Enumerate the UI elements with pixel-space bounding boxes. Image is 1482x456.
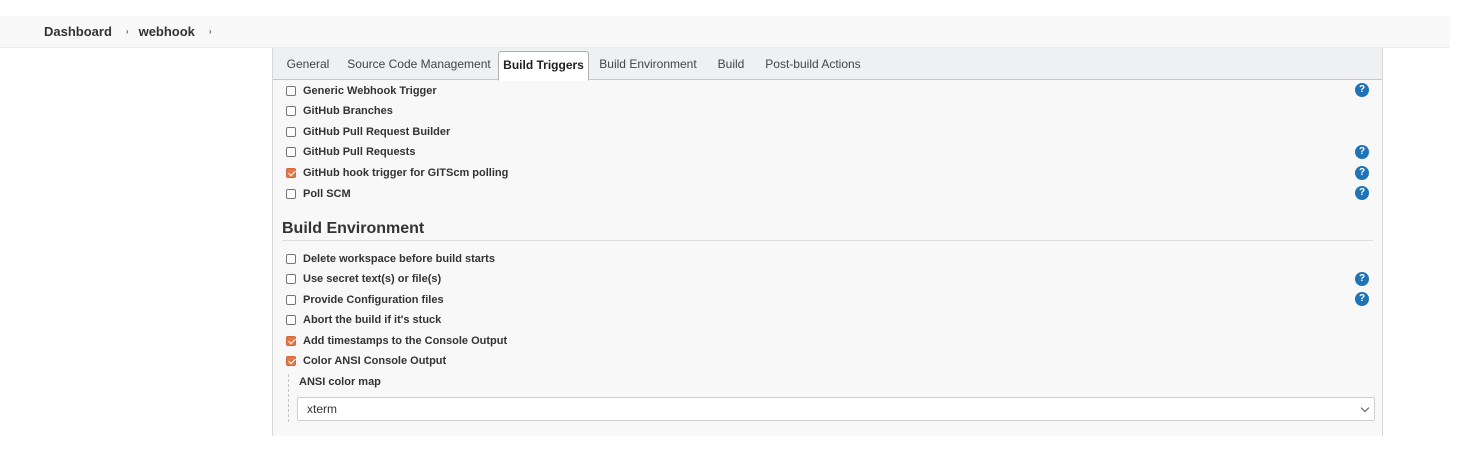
trigger-poll-scm[interactable]: Poll SCM [286, 185, 351, 203]
nested-options-guide [288, 374, 289, 422]
checkbox[interactable] [286, 295, 296, 305]
ansi-color-map-select[interactable]: xterm [297, 397, 1375, 421]
help-icon[interactable]: ? [1355, 166, 1369, 180]
checkbox[interactable] [286, 189, 296, 199]
tab-post-build-actions[interactable]: Post-build Actions [763, 51, 863, 80]
trigger-github-pull-requests[interactable]: GitHub Pull Requests [286, 143, 415, 161]
ansi-color-map-label: ANSI color map [299, 376, 381, 388]
section-divider [282, 240, 1373, 241]
help-icon[interactable]: ? [1355, 83, 1369, 97]
env-abort-if-stuck[interactable]: Abort the build if it's stuck [286, 311, 441, 329]
checkbox[interactable] [286, 147, 296, 157]
env-delete-workspace[interactable]: Delete workspace before build starts [286, 250, 495, 268]
tab-build-environment[interactable]: Build Environment [597, 51, 699, 80]
tab-source-code-management[interactable]: Source Code Management [344, 51, 494, 80]
checkbox[interactable] [286, 106, 296, 116]
env-color-ansi-output[interactable]: Color ANSI Console Output [286, 352, 446, 370]
checkbox-label: Add timestamps to the Console Output [303, 335, 508, 347]
tab-build-triggers[interactable]: Build Triggers [498, 51, 589, 81]
checkbox-label: Color ANSI Console Output [303, 355, 447, 367]
checkbox-label: GitHub Pull Requests [303, 146, 416, 158]
checkbox-checked[interactable] [286, 168, 296, 178]
checkbox-label: Generic Webhook Trigger [303, 85, 437, 97]
checkbox[interactable] [286, 127, 296, 137]
breadcrumb-dashboard[interactable]: Dashboard [44, 24, 112, 39]
job-config-panel: General Source Code Management Build Tri… [272, 48, 1383, 436]
checkbox[interactable] [286, 274, 296, 284]
help-icon[interactable]: ? [1355, 272, 1369, 286]
checkbox[interactable] [286, 315, 296, 325]
checkbox-label: GitHub Branches [303, 105, 393, 117]
breadcrumb-chevron-icon[interactable]: › [209, 27, 212, 36]
trigger-github-hook-gitscm-polling[interactable]: GitHub hook trigger for GITScm polling [286, 164, 508, 182]
chevron-down-icon [1360, 403, 1370, 413]
checkbox-label: Use secret text(s) or file(s) [303, 273, 442, 285]
select-value: xterm [307, 402, 337, 416]
help-icon[interactable]: ? [1355, 186, 1369, 200]
tab-general[interactable]: General [282, 51, 334, 80]
env-use-secret-text[interactable]: Use secret text(s) or file(s) [286, 270, 441, 288]
checkbox-checked[interactable] [286, 336, 296, 346]
checkbox-label: Provide Configuration files [303, 294, 444, 306]
checkbox-label: GitHub hook trigger for GITScm polling [303, 167, 509, 179]
breadcrumb: Dashboard › webhook › [0, 16, 1450, 48]
checkbox-label: Poll SCM [303, 188, 351, 200]
checkbox-label: Abort the build if it's stuck [303, 314, 442, 326]
checkbox[interactable] [286, 86, 296, 96]
checkbox-checked[interactable] [286, 356, 296, 366]
tab-build[interactable]: Build [713, 51, 749, 80]
help-icon[interactable]: ? [1355, 145, 1369, 159]
checkbox-label: Delete workspace before build starts [303, 253, 495, 265]
checkbox[interactable] [286, 254, 296, 264]
trigger-github-branches[interactable]: GitHub Branches [286, 102, 393, 120]
trigger-github-pull-request-builder[interactable]: GitHub Pull Request Builder [286, 123, 450, 141]
help-icon[interactable]: ? [1355, 292, 1369, 306]
env-provide-configuration-files[interactable]: Provide Configuration files [286, 291, 444, 309]
breadcrumb-webhook[interactable]: webhook [139, 24, 195, 39]
checkbox-label: GitHub Pull Request Builder [303, 126, 451, 138]
section-title-build-environment: Build Environment [282, 220, 425, 237]
breadcrumb-chevron-icon[interactable]: › [126, 27, 129, 36]
trigger-generic-webhook[interactable]: Generic Webhook Trigger [286, 82, 437, 100]
env-add-timestamps[interactable]: Add timestamps to the Console Output [286, 332, 507, 350]
config-tab-bar: General Source Code Management Build Tri… [273, 48, 1382, 81]
